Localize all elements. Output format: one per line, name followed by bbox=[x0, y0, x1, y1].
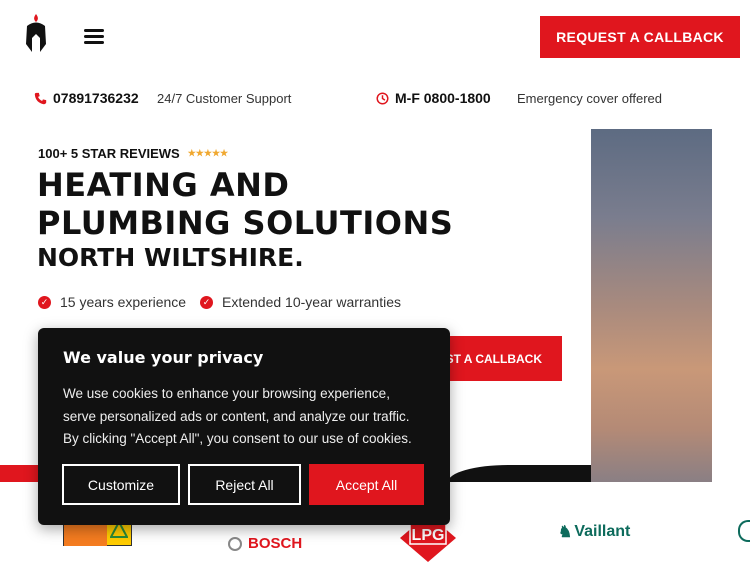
cookie-title: We value your privacy bbox=[63, 348, 264, 367]
menu-hamburger-icon[interactable] bbox=[84, 29, 104, 45]
support-text: 24/7 Customer Support bbox=[157, 90, 292, 106]
cookie-buttons: Customize Reject All Accept All bbox=[62, 464, 432, 505]
bosch-logo: BOSCH bbox=[228, 535, 302, 552]
hare-icon: ♞ bbox=[558, 524, 573, 541]
bosch-ring-icon bbox=[228, 536, 242, 551]
vaillant-logo: ♞ Vaillant bbox=[558, 522, 630, 542]
check-circle-icon: ✓ bbox=[38, 295, 51, 309]
cookie-description: We use cookies to enhance your browsing … bbox=[63, 386, 412, 446]
reviews-label: 100+ 5 STAR REVIEWS bbox=[38, 146, 180, 161]
opening-hours: M-F 0800-1800 bbox=[395, 90, 491, 106]
spartan-helmet-logo-icon[interactable] bbox=[24, 14, 48, 54]
clock-icon bbox=[376, 91, 389, 105]
cookie-consent-dialog: We value your privacy We use cookies to … bbox=[38, 328, 450, 525]
contact-info-bar: 07891736232 24/7 Customer Support M-F 08… bbox=[0, 84, 750, 112]
lpg-label: LPG bbox=[412, 527, 445, 544]
feature-item: ✓ 15 years experience bbox=[38, 294, 186, 310]
feature-label: 15 years experience bbox=[60, 294, 187, 310]
reviews-badge: 100+ 5 STAR REVIEWS ★★★★★ bbox=[38, 146, 228, 161]
feature-label: Extended 10-year warranties bbox=[222, 294, 401, 310]
bosch-label: BOSCH bbox=[248, 535, 303, 552]
phone-icon bbox=[34, 92, 47, 104]
phone-info[interactable]: 07891736232 bbox=[34, 84, 139, 112]
check-circle-icon: ✓ bbox=[200, 295, 213, 309]
request-callback-button[interactable]: REQUEST A CALLBACK bbox=[540, 16, 740, 58]
accept-all-button[interactable]: Accept All bbox=[309, 464, 424, 505]
hero-sky-photo bbox=[591, 129, 712, 482]
feature-item: ✓ Extended 10-year warranties bbox=[200, 294, 401, 310]
reject-all-button[interactable]: Reject All bbox=[188, 464, 301, 505]
hero-title: HEATING AND PLUMBING SOLUTIONS bbox=[37, 166, 453, 242]
emergency-text: Emergency cover offered bbox=[517, 90, 662, 106]
rating-stars-icon: ★★★★★ bbox=[187, 148, 229, 158]
phone-number[interactable]: 07891736232 bbox=[53, 90, 139, 106]
support-info: 24/7 Customer Support bbox=[157, 84, 291, 112]
partial-logo-icon bbox=[738, 520, 750, 542]
customize-button[interactable]: Customize bbox=[62, 464, 180, 505]
vaillant-label: Vaillant bbox=[574, 523, 631, 540]
hours-info: M-F 0800-1800 bbox=[376, 84, 491, 112]
hero-subtitle: NORTH WILTSHIRE. bbox=[37, 243, 304, 272]
hero-title-line-1: HEATING AND bbox=[37, 166, 290, 204]
red-accent-strip bbox=[0, 465, 40, 482]
emergency-info: Emergency cover offered bbox=[517, 84, 662, 112]
site-header: REQUEST A CALLBACK bbox=[0, 0, 750, 72]
dark-curve-decoration bbox=[448, 465, 591, 482]
hero-title-line-2: PLUMBING SOLUTIONS bbox=[37, 204, 454, 242]
